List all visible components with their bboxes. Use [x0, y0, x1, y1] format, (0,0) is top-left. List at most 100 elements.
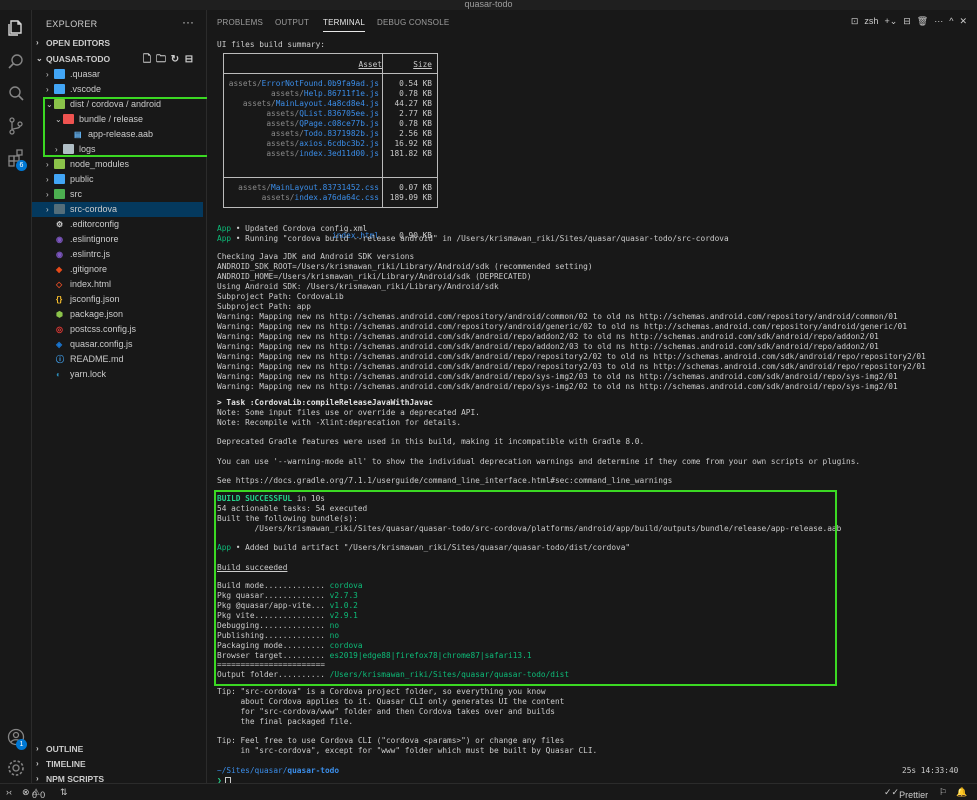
table-row: assets/axios.6cdbc3b2.js 16.92 KB: [224, 139, 437, 149]
deprecated-line: Deprecated Gradle features were used in …: [217, 437, 645, 446]
table-row: assets/index.a76da64c.css 189.09 KB: [224, 193, 437, 203]
refresh-icon[interactable]: ↻: [168, 52, 182, 68]
asset-cell: assets/QList.836705ee.js: [266, 109, 379, 118]
tab-debug-console[interactable]: DEBUG CONSOLE: [377, 18, 449, 27]
shell-name[interactable]: zsh: [864, 16, 878, 26]
folder-icon: [54, 159, 65, 169]
tree-item-label: .vscode: [70, 84, 102, 94]
size-cell: 181.82 KB: [389, 149, 432, 158]
more-actions-icon[interactable]: ···: [182, 15, 194, 29]
tab-output[interactable]: OUTPUT: [275, 18, 309, 27]
project-header[interactable]: ⌄ QUASAR-TODO 🗋 🗀 ↻ ⊟: [32, 51, 207, 67]
folder-item[interactable]: › node_modules: [32, 157, 203, 172]
file-item[interactable]: ◉ .eslintrc.js: [32, 247, 203, 262]
file-icon: ⬢: [56, 310, 63, 319]
tree-item-label: src: [70, 189, 82, 199]
size-cell: 16.92 KB: [394, 139, 432, 148]
timeline-header[interactable]: › TIMELINE: [32, 756, 207, 772]
folder-item[interactable]: › .vscode: [32, 82, 203, 97]
explorer-title: EXPLORER: [46, 19, 98, 29]
file-item[interactable]: ⓘ README.md: [32, 352, 203, 367]
log-line: Using Android SDK: /Users/krismawan_riki…: [217, 282, 499, 291]
accounts-badge: 1: [16, 739, 27, 750]
file-icon: ◎: [56, 325, 63, 334]
log-line: ANDROID_SDK_ROOT=/Users/krismawan_riki/L…: [217, 262, 593, 271]
size-cell: 189.09 KB: [389, 193, 432, 202]
chevron-right-icon: ›: [36, 38, 39, 47]
log-line: Warning: Mapping new ns http://schemas.a…: [217, 362, 926, 371]
tree-item-label: .gitignore: [70, 264, 108, 274]
tree-item-label: .eslintignore: [70, 234, 119, 244]
file-item[interactable]: ◈ quasar.config.js: [32, 337, 203, 352]
file-item[interactable]: ◆ .gitignore: [32, 262, 203, 277]
tab-terminal[interactable]: TERMINAL: [323, 18, 366, 32]
notifications-icon[interactable]: 🔔: [956, 787, 967, 798]
extensions-badge: 6: [16, 160, 27, 171]
size-cell: 0.07 KB: [399, 183, 432, 192]
problems-status[interactable]: ⊗ 0 ⚠ 0: [22, 787, 45, 800]
asset-cell: assets/ErrorNotFound.0b9fa9ad.js: [228, 79, 379, 88]
file-icon: ◇: [56, 280, 63, 289]
collapse-all-icon[interactable]: ⊟: [182, 52, 196, 68]
tree-item-label: index.html: [70, 279, 112, 289]
outline-header[interactable]: › OUTLINE: [32, 741, 207, 757]
new-folder-icon[interactable]: 🗀: [154, 52, 168, 68]
table-header-size: Size: [413, 60, 432, 69]
file-item[interactable]: ◎ postcss.config.js: [32, 322, 203, 337]
log-line: Subproject Path: app: [217, 302, 311, 311]
account-icon[interactable]: 1: [6, 727, 27, 750]
file-icon: {}: [56, 295, 63, 304]
close-icon[interactable]: ✕: [959, 16, 967, 26]
file-item[interactable]: ◐ yarn.lock: [32, 367, 203, 382]
folder-item[interactable]: › public: [32, 172, 203, 187]
sync-icon[interactable]: ⇅: [60, 787, 68, 798]
app-updated-line: App • Updated Cordova config.xml: [217, 224, 368, 233]
table-row: assets/ErrorNotFound.0b9fa9ad.js 0.54 KB: [224, 79, 437, 89]
folder-item[interactable]: › src-cordova: [32, 202, 203, 217]
log-line: Warning: Mapping new ns http://schemas.a…: [217, 332, 879, 341]
open-editors-header[interactable]: › OPEN EDITORS: [32, 35, 207, 51]
folder-icon: [54, 189, 65, 199]
extensions-icon[interactable]: 6: [6, 148, 27, 171]
file-item[interactable]: ◇ index.html: [32, 277, 203, 292]
file-item[interactable]: ⬢ package.json: [32, 307, 203, 322]
maximize-icon[interactable]: ^: [949, 16, 953, 26]
search-icon[interactable]: [6, 52, 26, 72]
table-row: assets/Help.86711f1e.js 0.78 KB: [224, 89, 437, 99]
source-control-icon[interactable]: [6, 116, 26, 136]
chevron-right-icon: ›: [46, 85, 49, 94]
add-terminal-icon[interactable]: +⌄: [884, 16, 897, 26]
more-actions-icon[interactable]: ···: [934, 16, 943, 26]
prettier-status[interactable]: ✓✓ Prettier: [884, 787, 928, 800]
file-icon: ◉: [56, 235, 63, 244]
folder-item[interactable]: › src: [32, 187, 203, 202]
chevron-right-icon: ›: [46, 205, 49, 214]
folder-item[interactable]: › .quasar: [32, 67, 203, 82]
file-item[interactable]: ◉ .eslintignore: [32, 232, 203, 247]
asset-cell: assets/QPage.c08ce77b.js: [266, 119, 379, 128]
tip-line: in "src-cordova", except for "www" folde…: [217, 746, 598, 755]
log-line: Subproject Path: CordovaLib: [217, 292, 344, 301]
tip-line: about Cordova applies to it. Quasar CLI …: [217, 697, 565, 706]
file-item[interactable]: {} jsconfig.json: [32, 292, 203, 307]
file-item[interactable]: ⚙ .editorconfig: [32, 217, 203, 232]
table-row: assets/QPage.c08ce77b.js 0.78 KB: [224, 119, 437, 129]
tree-item-label: .eslintrc.js: [70, 249, 111, 259]
tip-line: the final packaged file.: [217, 717, 354, 726]
highlight-box: [43, 97, 214, 157]
explorer-icon[interactable]: [6, 18, 26, 38]
split-terminal-icon[interactable]: ⊟: [903, 16, 911, 26]
gear-icon[interactable]: [6, 758, 26, 778]
trash-icon[interactable]: 🗑: [917, 16, 928, 26]
log-line: Warning: Mapping new ns http://schemas.a…: [217, 322, 908, 331]
chevron-down-icon: ⌄: [36, 54, 43, 63]
tree-item-label: .editorconfig: [70, 219, 120, 229]
note-line: Note: Some input files use or override a…: [217, 408, 480, 417]
new-file-icon[interactable]: 🗋: [140, 52, 154, 68]
search-icon[interactable]: [6, 84, 26, 104]
broadcast-icon[interactable]: ⚐: [939, 787, 947, 798]
log-line: Checking Java JDK and Android SDK versio…: [217, 252, 415, 261]
remote-icon[interactable]: ›‹: [6, 787, 12, 797]
task-line: > Task :CordovaLib:compileReleaseJavaWit…: [217, 398, 433, 407]
tab-problems[interactable]: PROBLEMS: [217, 18, 263, 27]
